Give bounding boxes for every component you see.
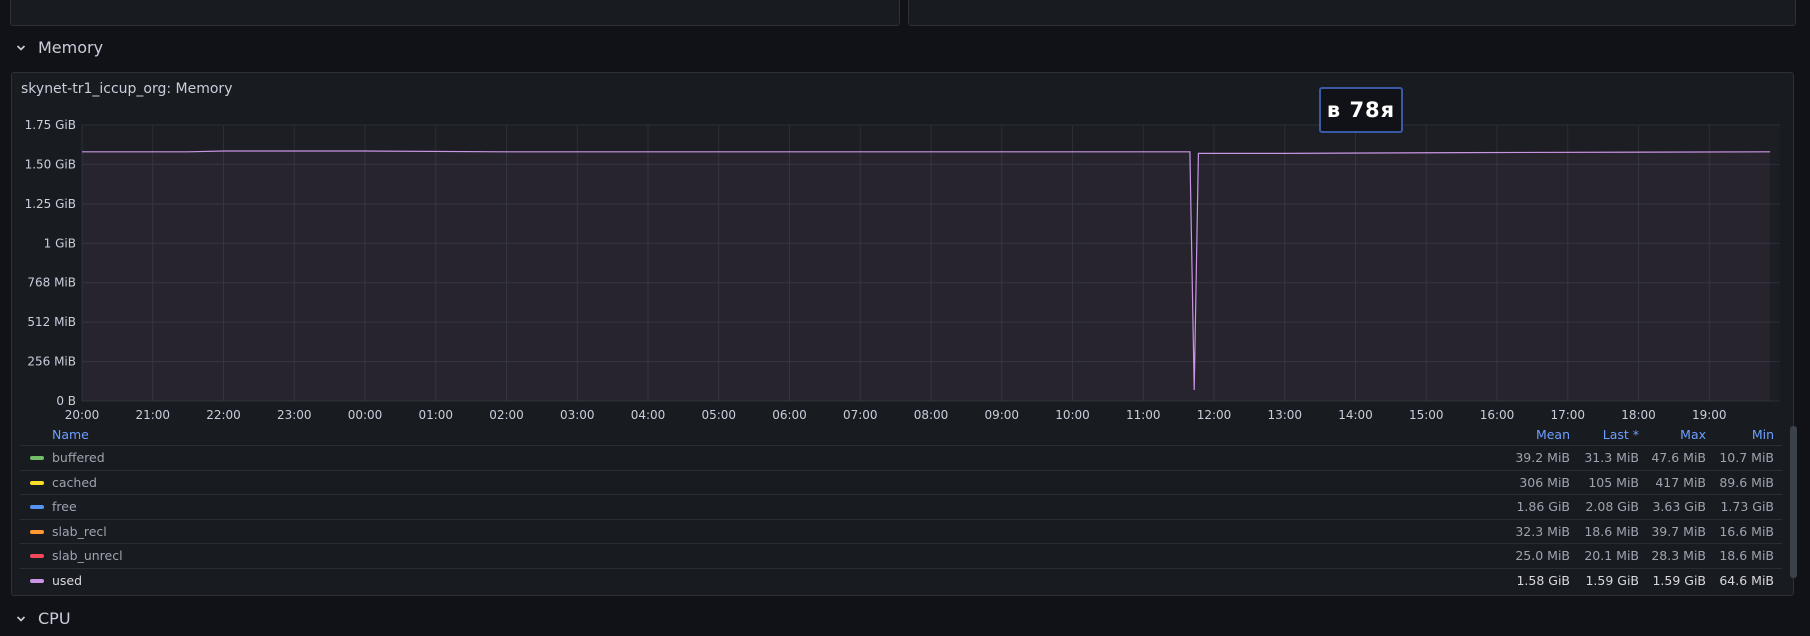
- x-tick-label: 20:00: [65, 408, 100, 422]
- y-tick-label: 1.75 GiB: [25, 118, 76, 132]
- row-header-cpu[interactable]: CPU: [14, 609, 71, 628]
- x-tick-label: 09:00: [984, 408, 1019, 422]
- x-tick-label: 04:00: [631, 408, 666, 422]
- legend-swatch: [30, 554, 44, 558]
- legend-series-name[interactable]: buffered: [52, 450, 105, 465]
- legend-swatch: [30, 480, 44, 485]
- x-tick-label: 10:00: [1055, 408, 1090, 422]
- x-tick-label: 23:00: [277, 408, 312, 422]
- x-tick-label: 00:00: [348, 408, 383, 422]
- legend-col-min[interactable]: Min: [1694, 427, 1774, 442]
- legend-series-name[interactable]: slab_unrecl: [52, 548, 123, 563]
- x-tick-label: 08:00: [914, 408, 949, 422]
- legend-mean: 32.3 MiB: [1515, 523, 1570, 539]
- x-tick-label: 19:00: [1692, 408, 1727, 422]
- legend-row-buffered[interactable]: buffered 39.2 MiB 31.3 MiB 47.6 MiB 10.7…: [20, 446, 1782, 471]
- legend-min: 1.73 GiB: [1720, 499, 1774, 514]
- legend-swatch: [30, 456, 44, 460]
- legend-series-name[interactable]: used: [52, 573, 82, 588]
- x-tick-label: 11:00: [1126, 408, 1161, 422]
- x-tick-label: 03:00: [560, 408, 595, 422]
- legend-series-name[interactable]: cached: [52, 475, 97, 490]
- x-tick-label: 22:00: [206, 408, 241, 422]
- legend-min: 16.6 MiB: [1719, 523, 1774, 539]
- chevron-down-icon: [16, 44, 26, 51]
- x-tick-label: 18:00: [1621, 408, 1656, 422]
- legend-mean: 306 MiB: [1519, 474, 1570, 490]
- series-area-used: [82, 151, 1771, 401]
- memory-chart[interactable]: 0 B 256 MiB 512 MiB 768 MiB 1 GiB 1.25 GiB 1.5…: [12, 73, 1793, 423]
- y-tick-label: 1 GiB: [44, 236, 76, 250]
- x-tick-label: 12:00: [1197, 408, 1232, 422]
- panel-stub-left: [10, 0, 900, 26]
- panel-stub-right: [908, 0, 1796, 26]
- chevron-down-icon: [16, 615, 26, 622]
- legend-row-slab-unrecl[interactable]: slab_unrecl 25.0 MiB 20.1 MiB 28.3 MiB 1…: [20, 544, 1782, 569]
- row-header-memory[interactable]: Memory: [14, 38, 103, 57]
- legend-scrollbar[interactable]: [1790, 426, 1797, 578]
- y-tick-label: 256 MiB: [27, 355, 76, 369]
- x-tick-label: 05:00: [701, 408, 736, 422]
- y-tick-label: 0 B: [56, 394, 76, 408]
- legend-table: Name Mean Last * Max Min buffered 39.2 M…: [20, 423, 1782, 592]
- legend-mean: 1.58 GiB: [1516, 572, 1570, 588]
- x-tick-label: 15:00: [1409, 408, 1444, 422]
- x-tick-label: 21:00: [135, 408, 170, 422]
- legend-row-slab-recl[interactable]: slab_recl 32.3 MiB 18.6 MiB 39.7 MiB 16.…: [20, 520, 1782, 544]
- legend-row-cached[interactable]: cached 306 MiB 105 MiB 417 MiB 89.6 MiB: [20, 471, 1782, 495]
- overlay-badge: в 78я: [1319, 87, 1403, 133]
- memory-panel: skynet-tr1_iccup_org: Memory 0 B 256 MiB 5…: [11, 72, 1797, 596]
- x-tick-label: 13:00: [1267, 408, 1302, 422]
- legend-col-name[interactable]: Name: [52, 427, 89, 442]
- legend-swatch: [30, 529, 44, 534]
- legend-row-used[interactable]: used 1.58 GiB 1.59 GiB 1.59 GiB 64.6 MiB: [20, 569, 1782, 593]
- x-tick-label: 14:00: [1338, 408, 1373, 422]
- x-tick-label: 06:00: [772, 408, 807, 422]
- row-title-memory: Memory: [38, 38, 104, 57]
- row-title-cpu: CPU: [38, 609, 71, 628]
- legend-swatch: [30, 505, 44, 509]
- x-tick-label: 16:00: [1480, 408, 1515, 422]
- y-tick-label: 1.25 GiB: [25, 197, 76, 211]
- y-tick-label: 768 MiB: [27, 276, 76, 290]
- y-tick-label: 1.50 GiB: [25, 157, 76, 171]
- x-tick-label: 02:00: [489, 408, 524, 422]
- legend-mean: 39.2 MiB: [1515, 450, 1570, 465]
- x-tick-label: 01:00: [418, 408, 453, 422]
- legend-swatch: [30, 578, 44, 583]
- x-tick-label: 17:00: [1550, 408, 1585, 422]
- legend-min: 89.6 MiB: [1719, 474, 1774, 490]
- x-tick-label: 07:00: [843, 408, 878, 422]
- legend-series-name[interactable]: slab_recl: [52, 524, 107, 539]
- legend-row-free[interactable]: free 1.86 GiB 2.08 GiB 3.63 GiB 1.73 GiB: [20, 495, 1782, 520]
- legend-series-name[interactable]: free: [52, 499, 77, 514]
- legend-min: 10.7 MiB: [1719, 450, 1774, 465]
- legend-header: Name Mean Last * Max Min: [20, 423, 1782, 446]
- legend-mean: 25.0 MiB: [1515, 548, 1570, 563]
- legend-col-mean[interactable]: Mean: [1490, 427, 1570, 442]
- legend-mean: 1.86 GiB: [1516, 499, 1570, 514]
- legend-min: 18.6 MiB: [1719, 548, 1774, 563]
- legend-min: 64.6 MiB: [1719, 572, 1774, 588]
- y-tick-label: 512 MiB: [27, 315, 76, 329]
